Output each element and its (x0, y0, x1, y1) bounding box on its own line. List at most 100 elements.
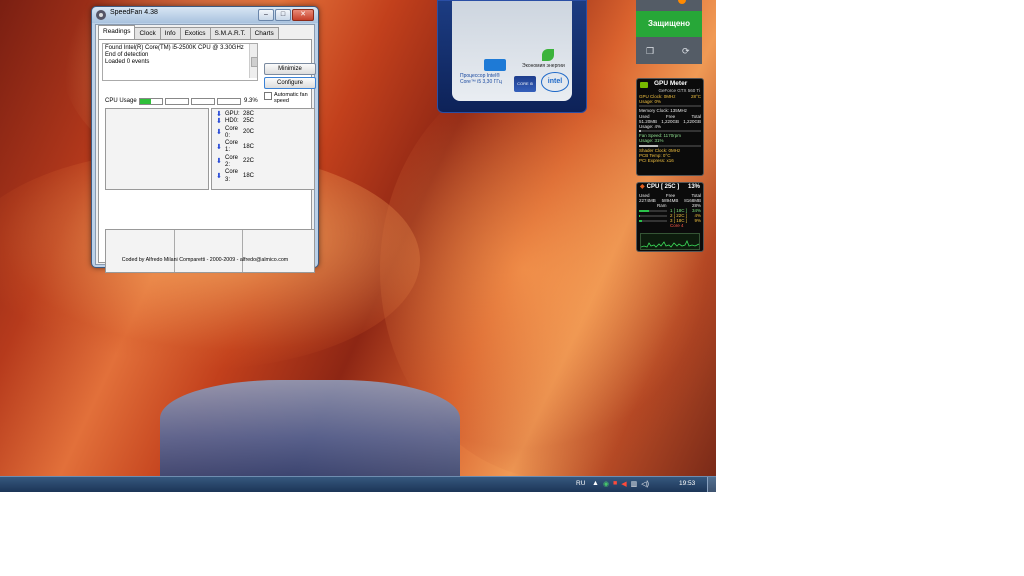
temp-name: Core 1: (225, 140, 239, 154)
cpu-usage-label: CPU Usage (105, 98, 137, 104)
gpu-usage-bar (639, 105, 701, 108)
mem-usage-text: Usage: 4% (639, 124, 662, 130)
cpu-history-line (641, 240, 699, 248)
system-tray: ▲ ◉ ■ ◀ ▥ ◁) (592, 480, 649, 488)
minimize-button[interactable]: Minimize (264, 63, 316, 75)
tab-exotics[interactable]: Exotics (179, 27, 211, 39)
protection-status[interactable]: Защищено (636, 11, 702, 37)
clock[interactable]: 19:53 (679, 480, 695, 487)
speedfan-window[interactable]: SpeedFan 4.38 – □ ✕ Readings Clock Info … (91, 6, 319, 273)
window-maximize-button[interactable]: □ (275, 9, 291, 21)
core-usage: 9% (694, 218, 701, 223)
energy-saving-label: Экономия энергии (522, 63, 565, 69)
show-desktop-button[interactable] (707, 477, 716, 492)
refresh-icon[interactable]: ⟳ (682, 46, 690, 57)
flag-icon[interactable]: ◀ (621, 480, 626, 488)
core-i5-badge: CORE i5 (514, 76, 536, 92)
automatic-fan-speed-checkbox[interactable]: Automatic fan speed (264, 92, 312, 104)
mem-value: 1,220GB (661, 118, 679, 124)
core4-label: Core 4 (670, 223, 684, 228)
pci-express: PCI Express: x16 (639, 158, 701, 163)
security-widget[interactable]: Защищено ❐ ⟳ (636, 0, 702, 64)
gpu-usage: Usage: 0% (639, 99, 701, 104)
window-icon[interactable]: ❐ (646, 46, 654, 57)
temp-name: HD0: (225, 118, 239, 125)
log-scrollbar[interactable] (249, 44, 257, 78)
voltages-box (105, 229, 315, 273)
log-line: Loaded 0 events (105, 59, 150, 65)
core-bar (639, 209, 667, 212)
speedfan-client: Readings Clock Info Exotics S.M.A.R.T. C… (95, 24, 316, 273)
gpu-usage-text: Usage: 0% (639, 99, 662, 105)
intel-gadget-panel: Экономия энергии Процессор Intel® Core™ … (452, 1, 572, 101)
core-usage-bar (191, 98, 215, 105)
gpu-meter-gadget[interactable]: GPU Meter GeForce GTX 560 Ti GPU Clock: … (636, 78, 704, 176)
tab-smart[interactable]: S.M.A.R.T. (209, 27, 251, 39)
divider (174, 230, 175, 272)
mem-usage-bar (639, 130, 701, 133)
speedfan-app-icon (96, 10, 106, 20)
desktop-wallpaper: SpeedFan 4.38 – □ ✕ Readings Clock Info … (0, 0, 716, 476)
core-bar (639, 214, 667, 217)
temp-name: Core 3: (225, 169, 239, 183)
mem-usage-fill (639, 130, 642, 133)
temp-value: 25C (243, 118, 255, 125)
arrow-down-icon: ⬇ (216, 158, 222, 166)
detection-log[interactable]: Found Intel(R) Core(TM) i5-2500K CPU @ 3… (102, 43, 258, 81)
gpu-meter-title-text: GPU Meter (654, 80, 688, 87)
log-line: End of detection (105, 52, 149, 58)
fan-usage-bar (639, 144, 701, 147)
checkbox-box[interactable] (264, 92, 272, 100)
antivirus-icon[interactable]: ■ (613, 480, 617, 488)
cpu-usage-value: 9.3% (244, 98, 258, 104)
processor-description: Процессор Intel® Core™ i5 3,30 ГГц (460, 73, 502, 85)
speedfan-titlebar[interactable]: SpeedFan 4.38 – □ ✕ (92, 7, 318, 23)
core-usage-bar (165, 98, 189, 105)
temp-value: 28C (243, 111, 255, 117)
core-usage-fill (140, 99, 151, 104)
core-usage-bar (139, 98, 163, 105)
configure-button[interactable]: Configure (264, 77, 316, 89)
core-bar-fill (639, 214, 641, 217)
tab-charts[interactable]: Charts (249, 27, 279, 39)
temp-row: ⬇ Core 1: 18C (216, 140, 254, 155)
log-line: Found Intel(R) Core(TM) i5-2500K CPU @ 3… (105, 45, 244, 51)
speedfan-footer: Coded by Alfredo Milani Comparetti - 200… (121, 257, 289, 263)
temp-value: 20C (243, 129, 255, 136)
wordpress-icon[interactable]: ◉ (603, 480, 609, 488)
cpu-total-usage: 13% (687, 184, 700, 190)
cpu-meter-title: CPU [ 25C ] (646, 184, 680, 190)
fan-usage-fill (639, 144, 659, 147)
mem-usage: Usage: 4% (639, 124, 701, 129)
window-close-button[interactable]: ✕ (292, 9, 314, 21)
security-status-dot (678, 0, 686, 4)
processor-chip-icon (484, 59, 506, 71)
arrow-down-icon: ⬇ (216, 129, 222, 137)
temp-name: GPU: (225, 111, 240, 117)
temp-value: 18C (243, 173, 255, 180)
volume-icon[interactable]: ◁) (641, 480, 649, 488)
processor-line: Core™ i5 3,30 ГГц (460, 79, 502, 85)
wallpaper-sky (160, 380, 460, 476)
cpu-icon: ◆ (640, 184, 645, 190)
fan-usage-text: Usage: 31% (639, 138, 664, 144)
temp-row: ⬇ Core 3: 18C (216, 169, 254, 184)
core-usage-bar (217, 98, 241, 105)
core4-row: Core 4 (639, 223, 701, 228)
language-indicator[interactable]: RU (576, 480, 585, 487)
taskbar: RU ▲ ◉ ■ ◀ ▥ ◁) 19:53 (0, 476, 716, 492)
tab-clock[interactable]: Clock (134, 27, 161, 39)
show-hidden-icons-icon[interactable]: ▲ (592, 480, 599, 488)
fan-speeds-box (105, 108, 209, 190)
cpu-meter-gadget[interactable]: ◆ CPU [ 25C ] 13% Used Free Total 2274MB 589… (636, 182, 704, 252)
intel-logo: intel (541, 72, 569, 92)
tab-readings[interactable]: Readings (98, 25, 136, 39)
temp-row: ⬇ Core 0: 20C (216, 126, 254, 141)
gpu-meter-title: GPU Meter (640, 80, 688, 87)
intel-processor-gadget[interactable]: Экономия энергии Процессор Intel® Core™ … (437, 0, 587, 113)
network-icon[interactable]: ▥ (631, 480, 638, 488)
tab-info[interactable]: Info (159, 27, 181, 39)
window-minimize-button[interactable]: – (258, 9, 274, 21)
temp-name: Core 2: (225, 154, 239, 169)
core-bar (639, 219, 667, 222)
